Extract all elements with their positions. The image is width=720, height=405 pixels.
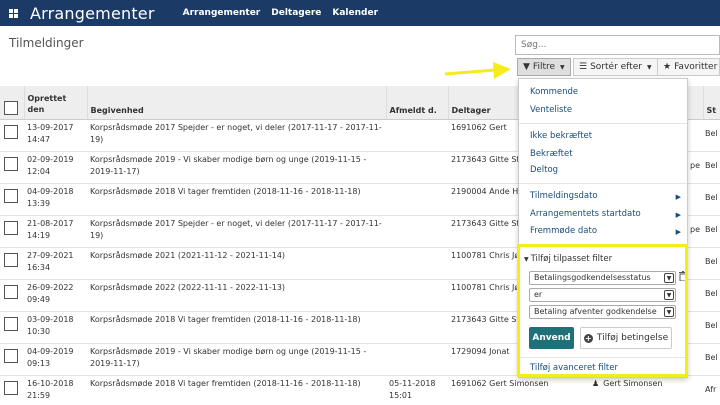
- cell-event: Korpsrådsmøde 2019 - Vi skaber modige bø…: [87, 343, 386, 376]
- cell-extra: ♟ Gert Simonsen: [581, 375, 703, 405]
- page-title: Tilmeldinger: [9, 36, 84, 50]
- cell-status: Bel: [703, 119, 720, 152]
- app-title: Arrangementer: [30, 3, 155, 23]
- favorites-label: Favoritter: [674, 62, 718, 72]
- cell-cancelled: 05-11-2018 15:01: [386, 375, 448, 405]
- row-select-cell: [0, 183, 24, 216]
- apps-menu-icon[interactable]: [9, 8, 18, 18]
- filters-label: Filtre: [532, 62, 556, 72]
- caret-down-icon: ▼: [560, 63, 565, 71]
- cell-event: Korpsrådsmøde 2019 - Vi skaber modige bø…: [87, 151, 386, 184]
- cell-created: 16-10-2018 21:59: [24, 375, 87, 405]
- cell-created: 04-09-2019 09:13: [24, 343, 87, 376]
- cell-status: Bel: [703, 343, 720, 376]
- caret-right-icon: ▶: [675, 193, 681, 201]
- cell-event: Korpsrådsmøde 2017 Spejder - er noget, v…: [87, 215, 386, 248]
- table-row[interactable]: 16-10-2018 21:59 Korpsrådsmøde 2018 Vi ta…: [0, 375, 720, 405]
- filter-confirmed[interactable]: Bekræftet: [530, 149, 573, 159]
- cell-event: Korpsrådsmøde 2018 Vi tager fremtiden (2…: [87, 375, 386, 405]
- cell-extra-text: Gert Simonsen: [603, 378, 663, 388]
- star-icon: ★: [663, 62, 672, 72]
- select-all-cell: [0, 86, 25, 120]
- cell-cancelled: [386, 151, 448, 184]
- cell-created: 04-09-2018 13:39: [24, 183, 87, 216]
- row-checkbox[interactable]: [4, 252, 18, 267]
- row-checkbox[interactable]: [4, 124, 18, 139]
- filter-registration-date[interactable]: Tilmeldingsdato: [530, 191, 598, 201]
- search-input[interactable]: [515, 35, 720, 55]
- row-checkbox[interactable]: [4, 380, 18, 395]
- filter-attended[interactable]: Deltog: [530, 165, 558, 175]
- caret-right-icon: ▶: [675, 211, 681, 219]
- sort-label: Sortér efter: [590, 62, 642, 72]
- row-checkbox[interactable]: [4, 188, 18, 203]
- menu-deltagere[interactable]: Deltagere: [271, 8, 321, 18]
- column-header-event[interactable]: Begivenhed: [87, 86, 387, 120]
- cell-cancelled: [386, 215, 448, 248]
- cell-created: 27-09-2021 16:34: [24, 247, 87, 280]
- row-checkbox[interactable]: [4, 156, 18, 171]
- cell-created: 26-09-2022 09:49: [24, 279, 87, 312]
- cell-created: 03-09-2018 10:30: [24, 311, 87, 344]
- filter-icon: ▼: [523, 62, 530, 72]
- menu-kalender[interactable]: Kalender: [332, 8, 378, 18]
- top-navbar: Arrangementer Arrangementer Deltagere Ka…: [0, 0, 720, 26]
- cell-cancelled: [386, 119, 448, 152]
- column-header-status[interactable]: St: [703, 86, 720, 120]
- row-select-cell: [0, 215, 24, 248]
- annotation-highlight-box: [517, 244, 688, 377]
- cell-status: Bel: [703, 215, 720, 248]
- row-checkbox[interactable]: [4, 284, 18, 299]
- divider: [519, 183, 687, 184]
- row-checkbox[interactable]: [4, 348, 18, 363]
- row-checkbox[interactable]: [4, 316, 18, 331]
- cell-event: Korpsrådsmøde 2018 Vi tager fremtiden (2…: [87, 183, 386, 216]
- row-checkbox[interactable]: [4, 220, 18, 235]
- favorites-button[interactable]: ★ Favoritter: [657, 58, 720, 76]
- row-select-cell: [0, 375, 24, 405]
- cell-created: 02-09-2019 12:04: [24, 151, 87, 184]
- filter-event-start-date[interactable]: Arrangementets startdato: [530, 209, 641, 219]
- filter-unconfirmed[interactable]: Ikke bekræftet: [530, 131, 592, 141]
- cell-cancelled: [386, 279, 448, 312]
- cell-cancelled: [386, 343, 448, 376]
- cell-created: 13-09-2017 14:47: [24, 119, 87, 152]
- cell-event: Korpsrådsmøde 2021 (2021-11-12 - 2021-11…: [87, 247, 386, 280]
- cell-event: Korpsrådsmøde 2022 (2022-11-11 - 2022-11…: [87, 279, 386, 312]
- select-all-checkbox[interactable]: [4, 100, 18, 115]
- cell-cancelled: [386, 311, 448, 344]
- cell-status: Bel: [703, 151, 720, 184]
- cell-status: Bel: [703, 279, 720, 312]
- menu-arrangementer[interactable]: Arrangementer: [183, 8, 261, 18]
- sort-button[interactable]: ☰ Sortér efter ▼: [573, 58, 658, 76]
- filters-button[interactable]: ▼ Filtre ▼: [517, 58, 571, 76]
- column-header-created[interactable]: Oprettet den: [24, 86, 88, 120]
- cell-event: Korpsrådsmøde 2018 Vi tager fremtiden (2…: [87, 311, 386, 344]
- cell-created: 21-08-2017 14:19: [24, 215, 87, 248]
- cell-status: Bel: [703, 183, 720, 216]
- row-select-cell: [0, 343, 24, 376]
- filter-upcoming[interactable]: Kommende: [530, 87, 578, 97]
- cell-cancelled: [386, 183, 448, 216]
- row-select-cell: [0, 247, 24, 280]
- cell-status: Bel: [703, 247, 720, 280]
- divider: [519, 123, 687, 124]
- cell-status: Bel: [703, 311, 720, 344]
- filter-waitlist[interactable]: Venteliste: [530, 105, 572, 115]
- cell-cancelled: [386, 247, 448, 280]
- row-select-cell: [0, 311, 24, 344]
- column-header-cancelled[interactable]: Afmeldt d.: [386, 86, 449, 120]
- row-select-cell: [0, 279, 24, 312]
- caret-right-icon: ▶: [675, 228, 681, 236]
- row-select-cell: [0, 151, 24, 184]
- person-icon: ♟: [592, 378, 600, 388]
- annotation-arrow-icon: [444, 62, 511, 79]
- cell-event: Korpsrådsmøde 2017 Spejder - er noget, v…: [87, 119, 386, 152]
- list-icon: ☰: [579, 62, 588, 72]
- cell-status: Afr: [703, 375, 720, 405]
- row-select-cell: [0, 119, 24, 152]
- cell-participant: 1691062 Gert Simonsen: [448, 375, 581, 405]
- caret-down-icon: ▼: [646, 63, 652, 71]
- filter-attendance-date[interactable]: Fremmøde dato: [530, 226, 597, 236]
